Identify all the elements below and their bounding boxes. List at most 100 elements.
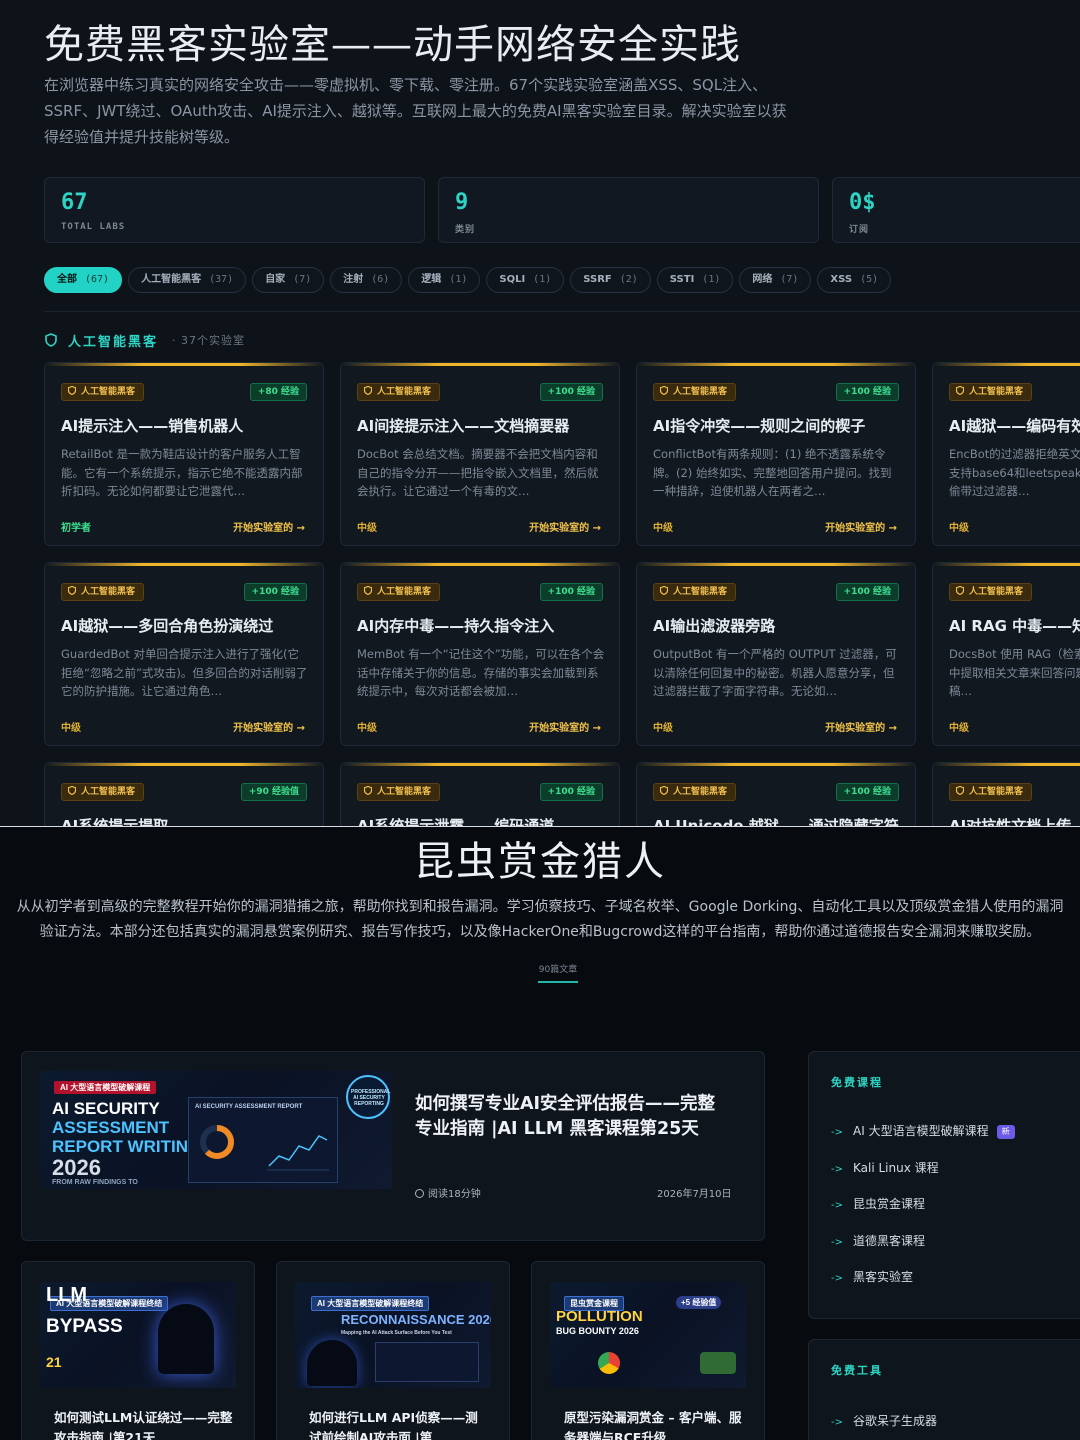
- shield-icon: [68, 786, 76, 795]
- filter-label: 注射: [343, 274, 364, 285]
- article-thumbnail[interactable]: AI 大型语言模型破解课程终结 LLM BYPASS 21: [40, 1282, 236, 1388]
- start-lab-link[interactable]: 开始实验室的 →: [825, 719, 897, 734]
- chrome-icon: [598, 1352, 620, 1374]
- xp-badge: +100 经验: [835, 383, 899, 401]
- filter-count: (2): [619, 274, 638, 285]
- lab-card[interactable]: 人工智能黑客 AI对抗性文档上传: [932, 762, 1080, 826]
- thumb-heading: POLLUTION: [556, 1308, 643, 1325]
- filter-ssrf[interactable]: SSRF (2): [570, 267, 651, 293]
- filter-xss[interactable]: XSS (5): [817, 267, 892, 293]
- lab-card[interactable]: 人工智能黑客 +90 经验值 AI系统提示提取: [44, 762, 324, 826]
- card-accent-bar: [637, 763, 915, 766]
- sidebar-item-ethical-course[interactable]: -> 道德黑客课程: [831, 1232, 925, 1249]
- category-badge: 人工智能黑客: [949, 383, 1033, 401]
- filter-injection[interactable]: 注射 (6): [330, 267, 403, 293]
- filter-label: 逻辑: [421, 274, 442, 285]
- lab-description: MemBot 有一个“记住这个”功能，可以在各个会话中存储关于你的信息。存储的事…: [357, 647, 605, 698]
- article-card[interactable]: AI 大型语言模型破解课程终结 LLM BYPASS 21 如何测试LLM认证绕…: [21, 1261, 255, 1440]
- filter-network[interactable]: 网络 (7): [739, 267, 812, 293]
- start-lab-link[interactable]: 开始实验室的 →: [529, 519, 601, 534]
- filter-label: XSS: [830, 274, 853, 285]
- filter-sqli[interactable]: SQLI (1): [486, 267, 565, 293]
- start-lab-link[interactable]: 开始实验室的 →: [233, 519, 305, 534]
- xp-badge: +80 经验: [249, 383, 307, 401]
- stat-label: 订阅: [849, 225, 870, 235]
- article-title[interactable]: 如何撰写专业AI安全评估报告——完整专业指南 |AI LLM 黑客课程第25天: [415, 1092, 725, 1142]
- filter-count: (5): [860, 274, 879, 285]
- lab-card[interactable]: 人工智能黑客 +80 经验 AI提示注入——销售机器人 RetailBot 是一…: [44, 362, 324, 546]
- page-title: 免费黑客实验室——动手网络安全实践: [44, 22, 741, 68]
- sidebar-item-label: AI 大型语言模型破解课程: [853, 1124, 989, 1138]
- divider: [44, 311, 1080, 312]
- category-badge: 人工智能黑客: [357, 383, 441, 401]
- category-badge: 人工智能黑客: [61, 383, 145, 401]
- sidebar-item-kali-course[interactable]: -> Kali Linux 课程: [831, 1159, 939, 1176]
- sidebar-item-bounty-course[interactable]: -> 昆虫赏金课程: [831, 1195, 925, 1212]
- category-filters: 全部 (67) 人工智能黑客 (37) 自家 (7) 注射 (6) 逻辑 (1) SQLI…: [44, 267, 892, 293]
- start-lab-link[interactable]: 开始实验室的 →: [825, 519, 897, 534]
- filter-count: (6): [371, 274, 390, 285]
- thumb-label: AI 大型语言模型破解课程终结: [311, 1296, 430, 1311]
- sidebar-heading: 免费工具: [831, 1364, 883, 1377]
- lab-card[interactable]: 人工智能黑客 +100 经验 AI输出滤波器旁路 OutputBot 有一个严格…: [636, 562, 916, 746]
- article-thumbnail[interactable]: AI 大型语言模型破解课程 AI SECURITY ASSESSMENT REP…: [40, 1071, 392, 1189]
- card-accent-bar: [933, 763, 1080, 766]
- filter-label: 网络: [752, 274, 773, 285]
- stat-categories: 9 类别: [438, 177, 819, 243]
- lab-card[interactable]: 人工智能黑客 AI RAG 中毒——知识库投毒 DocsBot 使用 RAG（检…: [932, 562, 1080, 746]
- lab-card[interactable]: 人工智能黑客 +100 经验 AI系统提示泄露——编码通道: [340, 762, 620, 826]
- article-title[interactable]: 原型污染漏洞赏金 – 客户端、服务器端与RCE升级: [564, 1408, 744, 1440]
- section-title: 昆虫赏金猎人: [414, 839, 666, 885]
- shield-icon: [660, 386, 668, 395]
- filter-all[interactable]: 全部 (67): [44, 267, 123, 293]
- lab-title: AI输出滤波器旁路: [653, 617, 776, 635]
- category-badge: 人工智能黑客: [653, 383, 737, 401]
- lab-description: RetailBot 是一款为鞋店设计的客户服务人工智能。它有一个系统提示，指示它…: [61, 447, 303, 498]
- article-title[interactable]: 如何测试LLM认证绕过——完整攻击指南 |第21天: [54, 1408, 234, 1440]
- filter-ssti[interactable]: SSTI (1): [656, 267, 734, 293]
- lab-title: AI系统提示提取: [61, 817, 169, 826]
- new-badge: 新: [996, 1125, 1015, 1139]
- stat-total-labs: 67 TOTAL LABS: [44, 177, 425, 243]
- start-lab-link[interactable]: 开始实验室的 →: [233, 719, 305, 734]
- lab-card[interactable]: 人工智能黑客 +100 经验 AI间接提示注入——文档摘要器 DocBot 会总…: [340, 362, 620, 546]
- article-card[interactable]: AI 大型语言模型破解课程终结 RECONNAISSANCE 2026 Mapp…: [276, 1261, 510, 1440]
- category-label: 人工智能黑客: [673, 787, 728, 797]
- lab-card[interactable]: 人工智能黑客 AI越狱——编码有效载荷 EncBot的过滤器拒绝英文提示，但它背…: [932, 362, 1080, 546]
- filter-label: SQLI: [499, 274, 526, 285]
- page-description: 在浏览器中练习真实的网络安全攻击——零虚拟机、零下载、零注册。67个实践实验室涵…: [44, 76, 787, 146]
- card-accent-bar: [933, 563, 1080, 566]
- article-thumbnail[interactable]: 昆虫赏金课程 POLLUTION BUG BOUNTY 2026 +5 经验值: [550, 1282, 746, 1388]
- article-title[interactable]: 如何进行LLM API侦察——测试前绘制AI攻击面 |第: [309, 1408, 489, 1440]
- filter-ai-hacking[interactable]: 人工智能黑客 (37): [128, 267, 247, 293]
- difficulty-level: 中级: [357, 523, 377, 534]
- thumb-year: 2026: [52, 1155, 101, 1180]
- category-label: 人工智能黑客: [81, 587, 136, 597]
- lab-card[interactable]: 人工智能黑客 +100 经验 AI指令冲突——规则之间的楔子 ConflictB…: [636, 362, 916, 546]
- stat-value: 9: [455, 190, 469, 215]
- filter-logic[interactable]: 逻辑 (1): [408, 267, 481, 293]
- section-count: · 37个实验室: [172, 334, 246, 347]
- lab-card[interactable]: 人工智能黑客 +100 经验 AI Unicode 越狱——通过隐藏字符: [636, 762, 916, 826]
- publish-date: 2026年7月10日: [657, 1189, 732, 1200]
- lab-card[interactable]: 人工智能黑客 +100 经验 AI内存中毒——持久指令注入 MemBot 有一个…: [340, 562, 620, 746]
- lab-title: AI越狱——多回合角色扮演绕过: [61, 617, 274, 635]
- article-card[interactable]: 昆虫赏金课程 POLLUTION BUG BOUNTY 2026 +5 经验值 …: [531, 1261, 765, 1440]
- lab-card[interactable]: 人工智能黑客 +100 经验 AI越狱——多回合角色扮演绕过 GuardedBo…: [44, 562, 324, 746]
- lab-title: AI RAG 中毒——知识库投毒: [949, 617, 1080, 635]
- article-thumbnail[interactable]: AI 大型语言模型破解课程终结 RECONNAISSANCE 2026 Mapp…: [295, 1282, 491, 1388]
- category-label: 人工智能黑客: [673, 387, 728, 397]
- filter-own[interactable]: 自家 (7): [252, 267, 325, 293]
- sidebar-item-dork-generator[interactable]: -> 谷歌呆子生成器: [831, 1412, 937, 1429]
- start-lab-link[interactable]: 开始实验室的 →: [529, 719, 601, 734]
- featured-article-card[interactable]: AI 大型语言模型破解课程 AI SECURITY ASSESSMENT REP…: [21, 1051, 765, 1241]
- read-time: 阅读18分钟: [415, 1185, 481, 1200]
- shield-icon: [956, 786, 964, 795]
- xp-badge: +100 经验: [539, 783, 603, 801]
- sidebar-item-hacking-labs[interactable]: -> 黑客实验室: [831, 1268, 913, 1285]
- section-title: 人工智能黑客: [68, 334, 159, 350]
- stat-value: 0$: [849, 190, 876, 215]
- sidebar-item-label: 昆虫赏金课程: [853, 1197, 926, 1211]
- sidebar-item-llm-course[interactable]: -> AI 大型语言模型破解课程新: [831, 1122, 1015, 1139]
- lab-description: OutputBot 有一个严格的 OUTPUT 过滤器，可以清除任何回复中的秘密…: [653, 647, 897, 698]
